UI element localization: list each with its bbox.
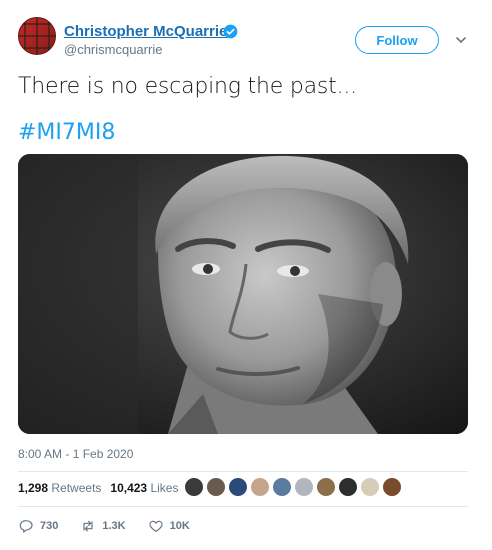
reply-count: 730 xyxy=(40,520,59,532)
author-name[interactable]: Christopher McQuarrie xyxy=(64,23,227,40)
heart-icon xyxy=(149,520,163,532)
reply-button[interactable]: 730 xyxy=(18,518,58,534)
tweet-photo[interactable] xyxy=(18,154,468,434)
like-button[interactable]: 10K xyxy=(148,518,190,534)
author-handle[interactable]: @chrismcquarrie xyxy=(64,42,162,57)
tweet-actions: 730 1.3K 10K xyxy=(18,516,212,536)
divider xyxy=(18,471,468,472)
liker-avatar[interactable] xyxy=(316,477,336,497)
liker-avatar[interactable] xyxy=(228,477,248,497)
retweet-button[interactable]: 1.3K xyxy=(80,518,126,534)
like-count: 10K xyxy=(169,520,190,532)
chevron-down-icon[interactable] xyxy=(455,34,467,46)
reply-icon xyxy=(19,520,33,533)
tweet-text: There is no escaping the past... xyxy=(18,74,357,99)
liker-avatar[interactable] xyxy=(338,477,358,497)
hashtag-link[interactable]: #MI7MI8 xyxy=(18,120,115,145)
engagement-stats: 1,298 Retweets 10,423 Likes xyxy=(18,481,178,495)
tweet-timestamp[interactable]: 8:00 AM - 1 Feb 2020 xyxy=(18,447,133,461)
liker-avatar[interactable] xyxy=(360,477,380,497)
retweet-count: 1.3K xyxy=(102,520,126,532)
likes-stat[interactable]: 10,423 Likes xyxy=(110,481,178,495)
liker-avatar[interactable] xyxy=(382,477,402,497)
divider xyxy=(18,506,468,507)
follow-button[interactable]: Follow xyxy=(355,26,439,54)
avatar[interactable] xyxy=(18,17,56,55)
retweet-icon xyxy=(83,520,93,532)
likers-avatars xyxy=(184,477,404,499)
liker-avatar[interactable] xyxy=(294,477,314,497)
verified-badge-icon xyxy=(223,24,238,39)
liker-avatar[interactable] xyxy=(206,477,226,497)
liker-avatar[interactable] xyxy=(272,477,292,497)
tweet-header: Christopher McQuarrie @chrismcquarrie Fo… xyxy=(0,0,492,60)
liker-avatar[interactable] xyxy=(184,477,204,497)
liker-avatar[interactable] xyxy=(250,477,270,497)
retweets-stat[interactable]: 1,298 Retweets xyxy=(18,481,101,495)
